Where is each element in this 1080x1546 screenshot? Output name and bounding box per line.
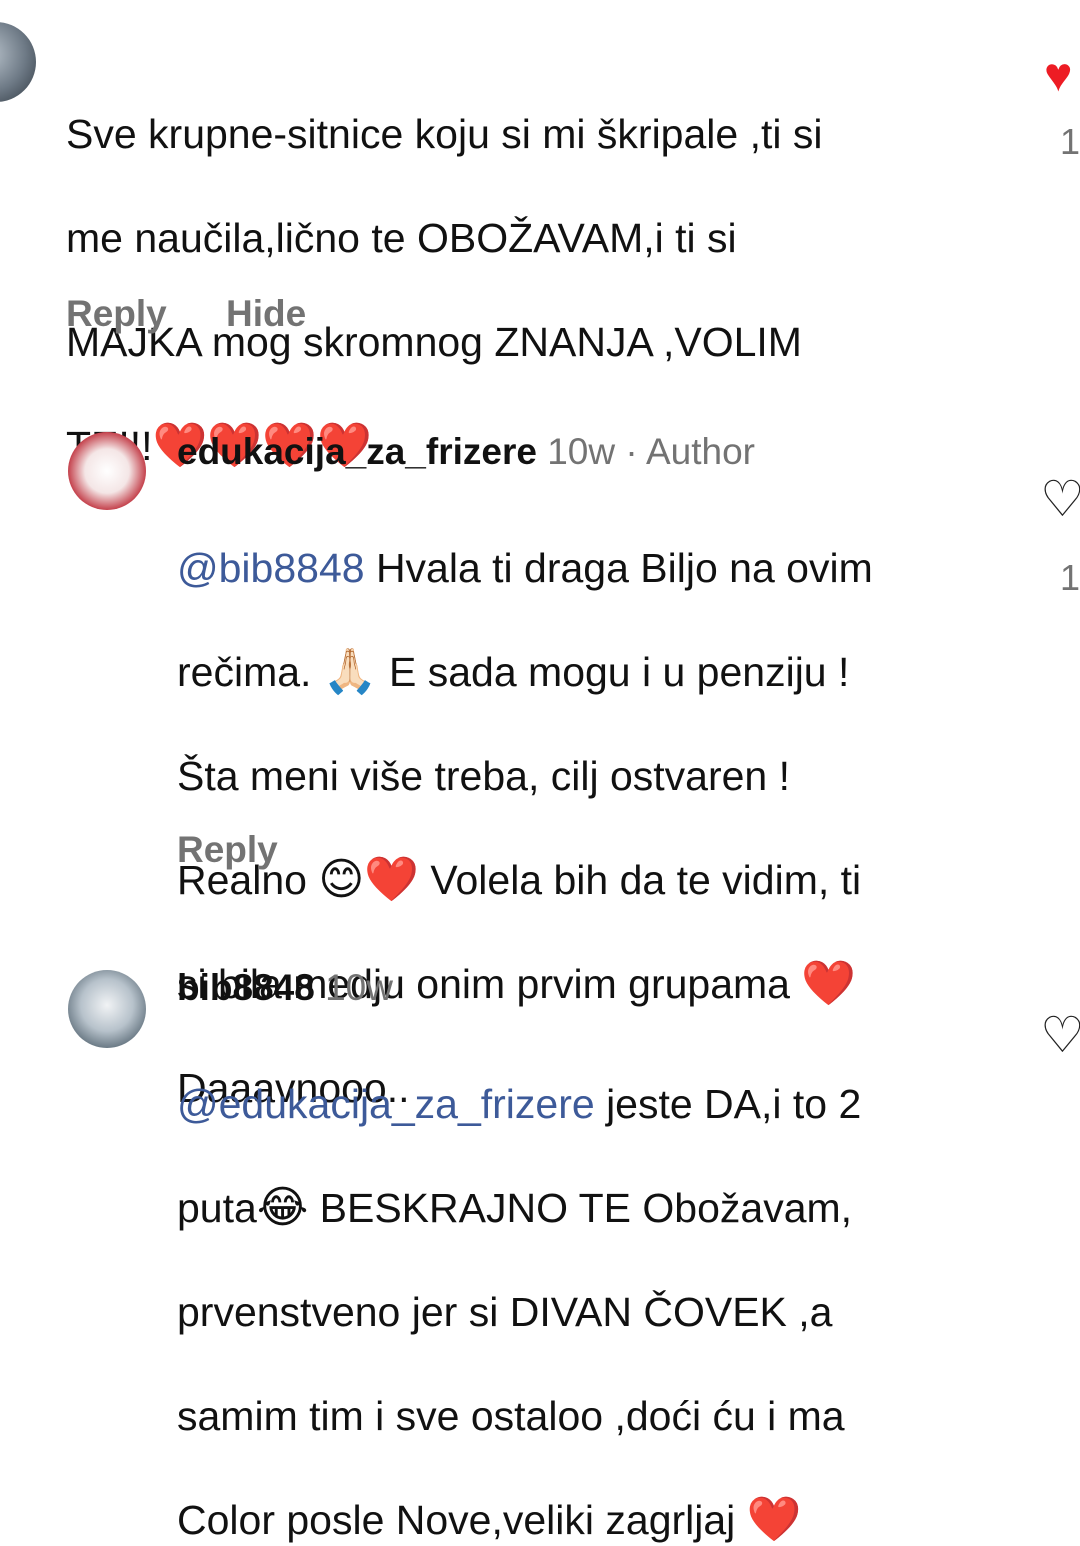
smiling-face-emoji: 😊 <box>318 855 365 904</box>
comment-text-line: Hvala ti draga Biljo na ovim <box>364 545 873 591</box>
heart-filled-icon[interactable]: ♥ <box>1044 52 1073 100</box>
author-avatar[interactable] <box>68 432 146 510</box>
comment-text-line: Color posle Nove,veliki zagrljaj <box>177 1497 747 1543</box>
comment-text: Sve krupne-sitnice koju si mi škripale ,… <box>66 56 966 472</box>
hide-button[interactable]: Hide <box>226 292 306 336</box>
comment-text: @bib8848 Hvala ti draga Biljo na ovim re… <box>177 490 997 1114</box>
comment-header: edukacija_za_frizere 10w · Author <box>177 430 755 474</box>
heart-emoji: ❤️ <box>364 855 419 904</box>
comment-text-line: Volela bih da te vidim, ti <box>419 857 862 903</box>
comment-text-line: puta <box>177 1185 257 1231</box>
comment-text-line: Sve krupne-sitnice koju si mi škripale ,… <box>66 111 823 157</box>
heart-outline-icon[interactable]: ♡ <box>1040 474 1080 524</box>
author-badge: Author <box>645 431 755 472</box>
heart-outline-icon[interactable]: ♡ <box>1040 1010 1080 1060</box>
mention-link[interactable]: @bib8848 <box>177 545 365 591</box>
separator: · <box>615 431 646 472</box>
comment-text-line: Šta meni više treba, cilj ostvaren ! <box>177 753 790 799</box>
comment-text-line: samim tim i sve ostaloo ,doći ću i ma <box>177 1393 845 1439</box>
comment-text-line: jeste DA,i to 2 <box>594 1081 862 1127</box>
heart-emoji: ❤️ <box>801 959 857 1008</box>
timestamp: 10w <box>325 967 393 1008</box>
comment-text-line: E sada mogu i u penziju ! <box>377 649 850 695</box>
like-count: 1 <box>1060 557 1080 598</box>
laughing-face-emoji: 😂 <box>256 1183 309 1232</box>
heart-emoji: ❤️ <box>746 1495 802 1544</box>
comment-text-line: me naučila,lično te OBOŽAVAM,i ti si <box>66 215 737 261</box>
comment-text: @edukacija_za_frizere jeste DA,i to 2 pu… <box>177 1026 997 1546</box>
like-count: 1 <box>1060 121 1080 162</box>
username[interactable]: bib8848 <box>177 967 315 1008</box>
comment-text-line: rečima. <box>177 649 323 695</box>
timestamp: 10w <box>547 431 616 472</box>
comment-header: bib8848 10w <box>177 966 393 1010</box>
username[interactable]: edukacija_za_frizere <box>177 431 537 472</box>
comment-text-line: BESKRAJNO TE Obožavam, <box>308 1185 853 1231</box>
commenter-avatar[interactable] <box>68 970 146 1048</box>
comment-text-line: MAJKA mog skromnog ZNANJA ,VOLIM <box>66 319 802 365</box>
comment-text-line: prvenstveno jer si DIVAN ČOVEK ,a <box>177 1289 833 1335</box>
commenter-avatar[interactable] <box>0 22 36 102</box>
mention-link[interactable]: @edukacija_za_frizere <box>177 1081 595 1127</box>
praying-hands-emoji: 🙏🏻 <box>322 647 378 696</box>
reply-button[interactable]: Reply <box>66 292 167 336</box>
reply-button[interactable]: Reply <box>177 828 278 872</box>
